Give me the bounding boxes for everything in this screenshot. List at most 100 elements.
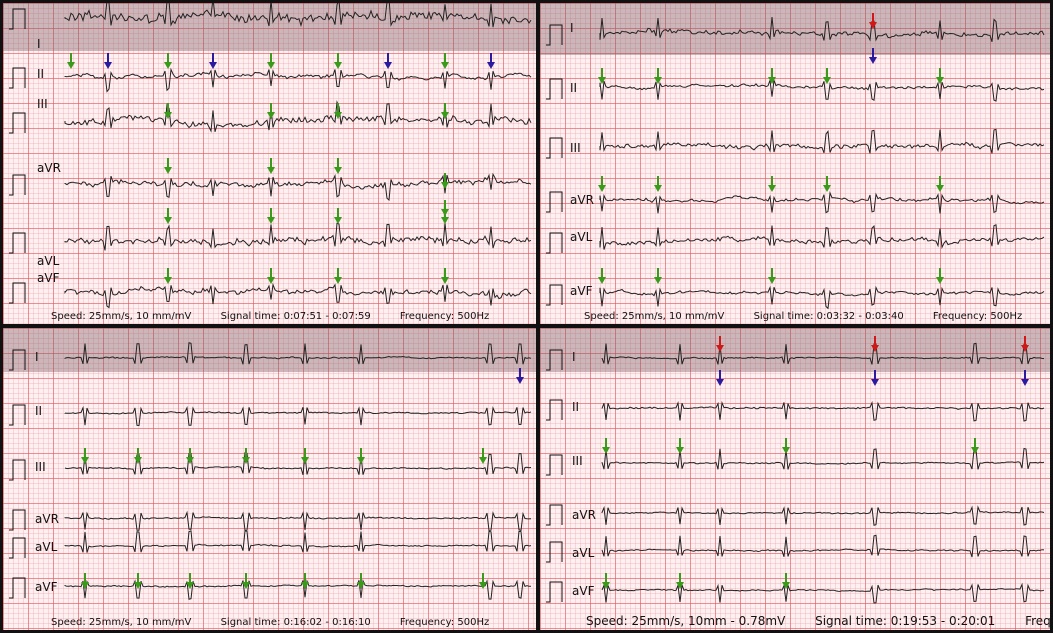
ecg-trace-line bbox=[64, 530, 532, 553]
red-arrow-icon bbox=[1021, 336, 1029, 352]
frequency-text: Frequency: 50 bbox=[1025, 614, 1051, 628]
ecg-trace-line bbox=[599, 191, 1045, 214]
frequency-text: Frequency: 500Hz bbox=[932, 311, 1023, 322]
calibration-pulse bbox=[9, 67, 26, 89]
blue-arrow-icon bbox=[104, 53, 112, 69]
ecg-trace-line bbox=[599, 128, 1045, 154]
ecg-trace-line bbox=[599, 285, 1045, 310]
signal-time-text: Signal time: 0:19:53 - 0:20:01 bbox=[815, 614, 996, 628]
green-arrow-icon bbox=[602, 438, 610, 454]
calibration-pulse bbox=[9, 8, 26, 30]
ecg-trace-line bbox=[64, 452, 532, 476]
ecg-trace-line bbox=[599, 224, 1045, 250]
signal-time-text: Signal time: 0:16:02 - 0:16:10 bbox=[220, 617, 371, 628]
lead-label-avr: aVR bbox=[572, 508, 596, 522]
speed-text: Speed: 25mm/s, 10 mm/mV bbox=[51, 617, 192, 628]
lead-label-avl: aVL bbox=[37, 254, 60, 268]
ecg-trace-line bbox=[64, 172, 532, 202]
calibration-pulse bbox=[9, 282, 26, 304]
green-arrow-icon bbox=[334, 53, 342, 69]
speed-text: Speed: 25mm/s, 10mm - 0.78mV bbox=[586, 614, 786, 628]
ecg-trace-line bbox=[599, 80, 1045, 102]
ecg-trace-line bbox=[64, 510, 532, 532]
calibration-pulse bbox=[9, 349, 26, 371]
green-arrow-icon bbox=[441, 268, 449, 284]
panel-footer: Speed: 25mm/s, 10mm - 0.78mV Signal time… bbox=[586, 614, 1051, 628]
ecg-trace-line bbox=[64, 100, 532, 133]
ecg-trace-line bbox=[64, 3, 532, 28]
green-arrow-icon bbox=[334, 208, 342, 224]
lead-label-i: I bbox=[570, 21, 574, 35]
green-arrow-icon bbox=[782, 438, 790, 454]
green-arrow-icon bbox=[654, 68, 662, 84]
calibration-pulse bbox=[9, 404, 26, 426]
ecg-traces bbox=[9, 3, 532, 309]
green-arrow-icon bbox=[936, 268, 944, 284]
ecg-trace-line bbox=[601, 582, 1045, 604]
green-arrow-icon bbox=[267, 103, 275, 119]
ecg-trace-line bbox=[64, 67, 532, 93]
speed-text: Speed: 25mm/s, 10 mm/mV bbox=[584, 311, 725, 322]
calibration-pulse bbox=[546, 399, 563, 421]
ecg-panel-bottom-right: I II III aVR aVL aVF Speed: 25mm/s, 10mm… bbox=[537, 325, 1053, 633]
panel-footer: Speed: 25mm/s, 10 mm/mV Signal time: 0:0… bbox=[584, 311, 1048, 322]
green-arrow-icon bbox=[242, 448, 250, 464]
green-arrow-icon bbox=[768, 176, 776, 192]
calibration-pulse bbox=[546, 191, 563, 213]
lead-label-i: I bbox=[572, 350, 576, 364]
frequency-text: Frequency: 500Hz bbox=[399, 617, 490, 628]
green-arrow-icon bbox=[164, 53, 172, 69]
lead-label-avl: aVL bbox=[35, 540, 58, 554]
green-arrow-icon bbox=[267, 53, 275, 69]
ecg-trace-line bbox=[601, 505, 1045, 526]
calibration-pulse bbox=[546, 78, 563, 100]
ecg-trace-line bbox=[601, 447, 1045, 470]
green-arrow-icon bbox=[301, 573, 309, 589]
lead-label-avl: aVL bbox=[572, 546, 595, 560]
ecg-traces bbox=[9, 342, 532, 600]
green-arrow-icon bbox=[164, 103, 172, 119]
calibration-pulse bbox=[9, 232, 26, 254]
lead-label-iii: III bbox=[35, 460, 46, 474]
blue-arrow-icon bbox=[871, 370, 879, 386]
ecg-trace-line bbox=[64, 282, 532, 309]
calibration-pulse bbox=[546, 24, 563, 46]
green-arrow-icon bbox=[357, 573, 365, 589]
green-arrow-icon bbox=[654, 268, 662, 284]
calibration-pulse bbox=[546, 541, 563, 563]
green-arrow-icon bbox=[654, 176, 662, 192]
lead-label-ii: II bbox=[572, 400, 580, 414]
ecg-trace-line bbox=[601, 400, 1045, 422]
green-arrow-icon bbox=[164, 158, 172, 174]
green-arrow-icon bbox=[164, 268, 172, 284]
signal-time-text: Signal time: 0:03:32 - 0:03:40 bbox=[753, 311, 904, 322]
green-arrow-icon bbox=[971, 438, 979, 454]
green-arrow-icon bbox=[81, 448, 89, 464]
lead-label-iii: III bbox=[37, 97, 48, 111]
ecg-trace-line bbox=[64, 222, 532, 251]
ecg-trace-line bbox=[601, 534, 1045, 558]
lead-label-ii: II bbox=[570, 81, 578, 95]
blue-arrow-icon bbox=[209, 53, 217, 69]
ecg-traces bbox=[546, 336, 1045, 604]
red-arrow-icon bbox=[716, 336, 724, 352]
red-arrow-icon bbox=[869, 13, 877, 29]
calibration-pulse bbox=[546, 581, 563, 603]
blue-arrow-icon bbox=[1021, 370, 1029, 386]
green-arrow-icon bbox=[301, 448, 309, 464]
calibration-pulse bbox=[546, 349, 563, 371]
calibration-pulse bbox=[9, 577, 26, 599]
green-arrow-icon bbox=[598, 68, 606, 84]
green-arrow-icon bbox=[441, 173, 449, 189]
lead-label-iii: III bbox=[572, 454, 583, 468]
green-arrow-icon bbox=[768, 268, 776, 284]
calibration-pulse bbox=[546, 232, 563, 254]
lead-label-avf: aVF bbox=[37, 271, 60, 285]
calibration-pulse bbox=[9, 174, 26, 196]
ecg-trace-line bbox=[64, 342, 532, 365]
calibration-pulse bbox=[9, 537, 26, 559]
ecg-traces bbox=[546, 13, 1045, 310]
signal-time-text: Signal time: 0:07:51 - 0:07:59 bbox=[220, 311, 371, 322]
lead-label-avl: aVL bbox=[570, 230, 593, 244]
ecg-trace-line bbox=[601, 342, 1045, 365]
